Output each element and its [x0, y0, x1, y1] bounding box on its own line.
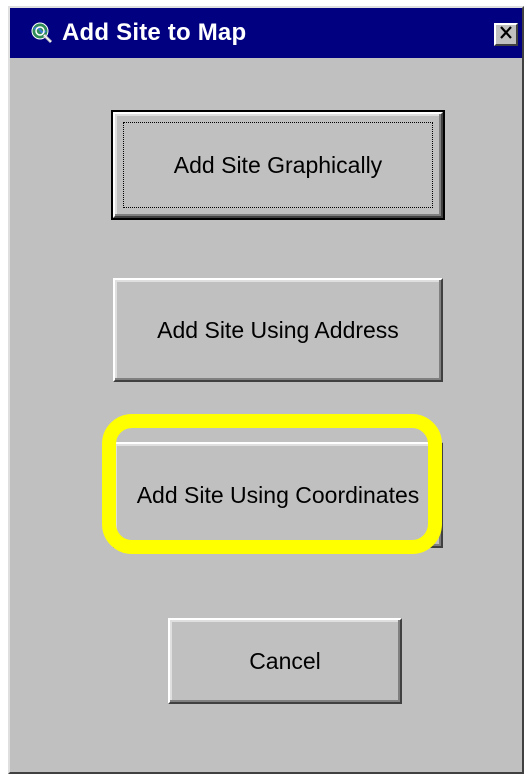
add-site-using-address-button[interactable]: Add Site Using Address	[113, 278, 443, 382]
add-site-dialog: Add Site to Map Add Site Graphically Add…	[8, 6, 524, 774]
add-site-using-address-label: Add Site Using Address	[157, 316, 399, 343]
cancel-button[interactable]: Cancel	[168, 618, 402, 704]
add-site-using-coordinates-label: Add Site Using Coordinates	[136, 481, 420, 508]
add-site-using-coordinates-button[interactable]: Add Site Using Coordinates	[113, 442, 443, 548]
add-site-graphically-label: Add Site Graphically	[173, 151, 383, 178]
close-icon	[499, 25, 513, 44]
globe-magnifier-icon	[30, 21, 54, 45]
close-button[interactable]	[494, 23, 518, 46]
add-site-graphically-button[interactable]: Add Site Graphically	[111, 110, 445, 220]
window-title: Add Site to Map	[62, 19, 247, 46]
cancel-label: Cancel	[249, 647, 321, 674]
title-bar[interactable]: Add Site to Map	[10, 8, 522, 58]
